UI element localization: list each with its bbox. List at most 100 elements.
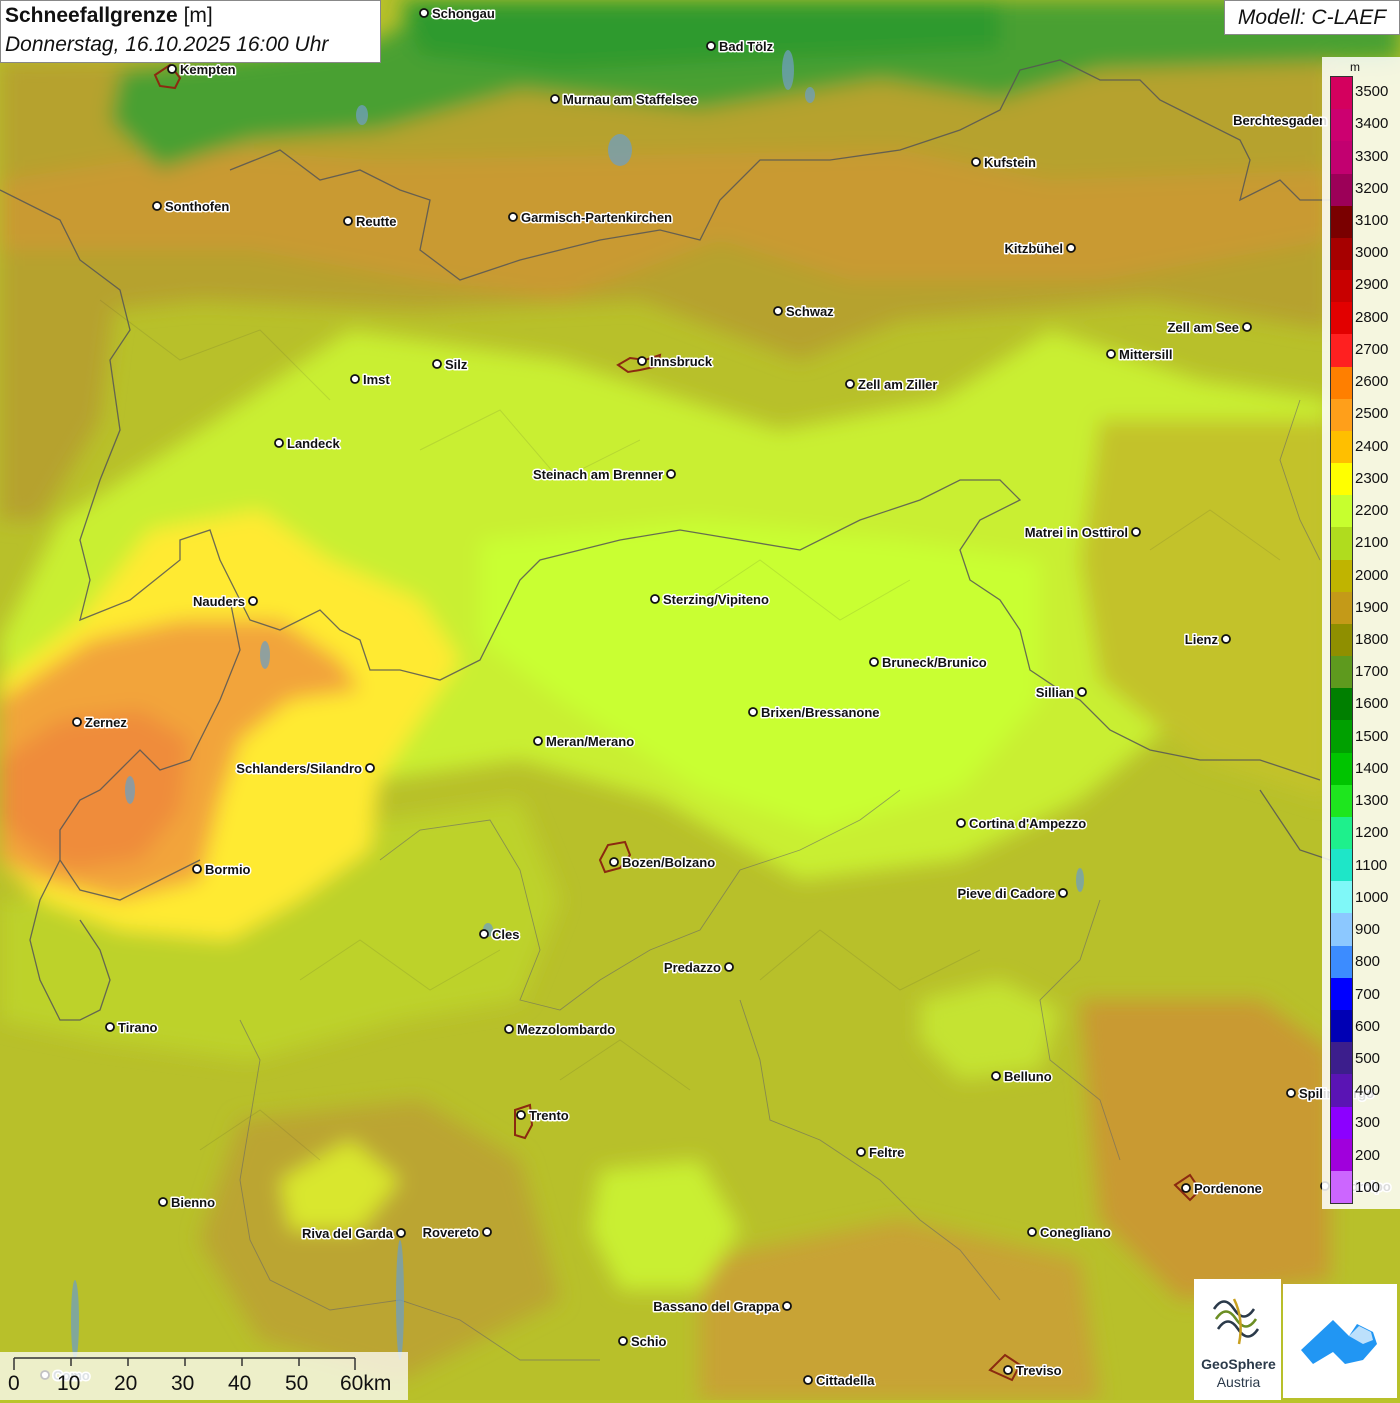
legend-label: 2300 bbox=[1355, 469, 1389, 487]
city-dot-icon bbox=[856, 1147, 866, 1157]
city-marker: Conegliano bbox=[1027, 1224, 1112, 1242]
scale-label: 10 bbox=[57, 1372, 81, 1395]
city-label: Cles bbox=[492, 927, 519, 942]
city-dot-icon bbox=[1221, 634, 1231, 644]
legend-label: 1100 bbox=[1355, 856, 1388, 874]
city-dot-icon bbox=[396, 1228, 406, 1238]
legend-swatch bbox=[1331, 270, 1352, 303]
city-marker: Murnau am Staffelsee bbox=[550, 91, 699, 109]
legend-swatch bbox=[1331, 816, 1352, 850]
legend-swatch bbox=[1331, 1106, 1352, 1139]
city-dot-icon bbox=[1181, 1183, 1191, 1193]
city-dot-icon bbox=[1066, 243, 1076, 253]
city-label: Bormio bbox=[205, 862, 251, 877]
city-dot-icon bbox=[343, 216, 353, 226]
legend-swatch bbox=[1331, 720, 1352, 753]
city-dot-icon bbox=[706, 41, 716, 51]
map-datetime: Donnerstag, 16.10.2025 16:00 Uhr bbox=[5, 33, 329, 56]
city-dot-icon bbox=[365, 763, 375, 773]
city-marker: Schongau bbox=[419, 5, 496, 23]
city-label: Brixen/Bressanone bbox=[761, 705, 880, 720]
city-label: Mittersill bbox=[1119, 347, 1172, 362]
city-dot-icon bbox=[152, 201, 162, 211]
legend-swatch bbox=[1331, 1042, 1352, 1075]
city-dot-icon bbox=[1286, 1088, 1296, 1098]
legend-label: 100 bbox=[1355, 1178, 1381, 1196]
city-dot-icon bbox=[1003, 1365, 1013, 1375]
legend-swatch bbox=[1331, 688, 1352, 721]
legend-label: 900 bbox=[1355, 921, 1381, 939]
legend-label: 2200 bbox=[1355, 502, 1389, 520]
city-label: Bad Tölz bbox=[719, 39, 774, 54]
legend-label: 2700 bbox=[1355, 340, 1389, 358]
city-marker: Pieve di Cadore bbox=[956, 885, 1068, 903]
city-label: Tirano bbox=[118, 1020, 158, 1035]
city-label: Imst bbox=[363, 372, 390, 387]
legend-swatch bbox=[1331, 173, 1352, 206]
legend-label: 2500 bbox=[1355, 405, 1389, 423]
city-dot-icon bbox=[72, 717, 82, 727]
city-dot-icon bbox=[618, 1336, 628, 1346]
geosphere-name: GeoSphere bbox=[1201, 1356, 1276, 1372]
city-label: Sonthofen bbox=[165, 199, 229, 214]
city-dot-icon bbox=[773, 306, 783, 316]
city-label: Lienz bbox=[1185, 632, 1219, 647]
legend-swatch bbox=[1331, 430, 1352, 464]
legend-label: 1400 bbox=[1355, 759, 1389, 777]
city-dot-icon bbox=[782, 1301, 792, 1311]
city-label: Zell am See bbox=[1167, 320, 1239, 335]
city-marker: Garmisch-Partenkirchen bbox=[508, 209, 674, 227]
city-label: Rovereto bbox=[423, 1225, 479, 1240]
city-dot-icon bbox=[516, 1110, 526, 1120]
legend-label: 3200 bbox=[1355, 179, 1389, 197]
city-marker: Sonthofen bbox=[152, 198, 231, 216]
legend-label: 2600 bbox=[1355, 373, 1389, 391]
city-dot-icon bbox=[1058, 888, 1068, 898]
city-label: Landeck bbox=[287, 436, 341, 451]
legend-swatch bbox=[1331, 977, 1352, 1010]
city-label: Predazzo bbox=[664, 960, 721, 975]
city-label: Zernez bbox=[85, 715, 127, 730]
snowfall-map: Schongau Bad Tölz Kempten Murnau am Staffel… bbox=[0, 0, 1400, 1400]
city-label: Schlanders/Silandro bbox=[236, 761, 362, 776]
city-label: Sterzing/Vipiteno bbox=[663, 592, 769, 607]
title-box: Schneefallgrenze [m] Donnerstag, 16.10.2… bbox=[0, 0, 381, 63]
city-marker: Zell am See bbox=[1166, 319, 1252, 337]
city-dot-icon bbox=[609, 857, 619, 867]
legend-label: 3100 bbox=[1355, 212, 1389, 230]
city-marker: Innsbruck bbox=[637, 353, 714, 371]
legend-swatch bbox=[1331, 945, 1352, 978]
city-dot-icon bbox=[533, 736, 543, 746]
city-label: Trento bbox=[529, 1108, 569, 1123]
legend-label: 200 bbox=[1355, 1146, 1381, 1164]
city-label: Feltre bbox=[869, 1145, 904, 1160]
legend-label: 2900 bbox=[1355, 276, 1389, 294]
city-label: Garmisch-Partenkirchen bbox=[521, 210, 672, 225]
legend-swatch bbox=[1331, 463, 1352, 496]
scale-label: 0 bbox=[8, 1372, 20, 1395]
legend-label: 2000 bbox=[1355, 566, 1389, 584]
city-label: Reutte bbox=[356, 214, 396, 229]
city-marker: Matrei in Osttirol bbox=[1023, 524, 1141, 542]
legend-label: 3000 bbox=[1355, 244, 1389, 262]
legend-label: 2800 bbox=[1355, 308, 1389, 326]
legend-label: 1500 bbox=[1355, 727, 1389, 745]
city-dot-icon bbox=[845, 379, 855, 389]
scale-label: 30 bbox=[171, 1372, 195, 1395]
city-dot-icon bbox=[1242, 322, 1252, 332]
city-dot-icon bbox=[869, 657, 879, 667]
city-dot-icon bbox=[1027, 1227, 1037, 1237]
city-label: Belluno bbox=[1004, 1069, 1052, 1084]
city-label: Mezzolombardo bbox=[517, 1022, 615, 1037]
city-dot-icon bbox=[479, 929, 489, 939]
city-label: Pieve di Cadore bbox=[957, 886, 1055, 901]
city-dot-icon bbox=[158, 1197, 168, 1207]
city-label: Pordenone bbox=[1194, 1181, 1262, 1196]
city-marker: Bruneck/Brunico bbox=[869, 654, 988, 672]
legend-swatch bbox=[1331, 913, 1352, 946]
app-mountain-icon bbox=[1301, 1320, 1377, 1364]
legend-label: 700 bbox=[1355, 985, 1381, 1003]
app-logo bbox=[1283, 1284, 1397, 1398]
legend-swatch bbox=[1331, 366, 1352, 399]
geosphere-emblem-icon bbox=[1212, 1298, 1260, 1345]
